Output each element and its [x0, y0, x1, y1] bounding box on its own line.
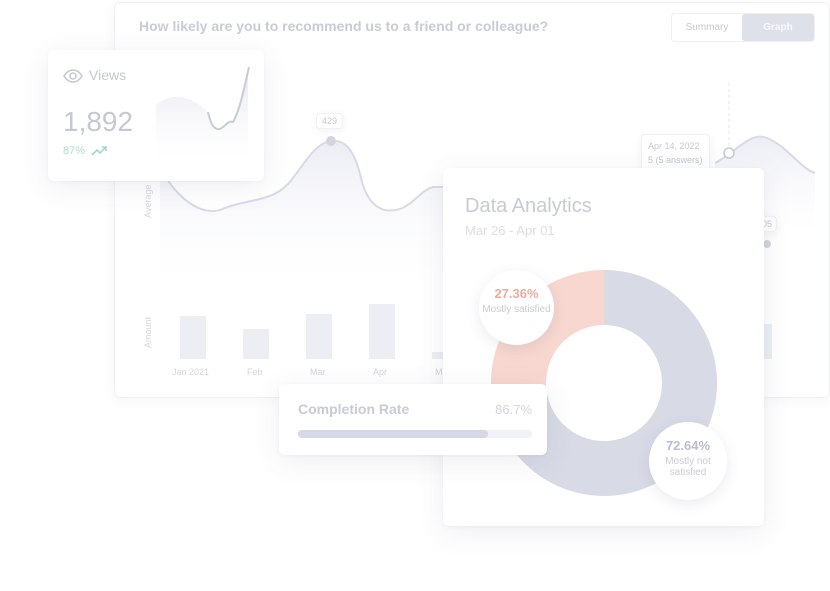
month-label: Feb	[247, 367, 263, 377]
completion-rate-card: Completion Rate 86.7%	[279, 384, 547, 455]
month-label: Apr	[373, 367, 388, 377]
slice-label-mostly-not-satisfied: 72.64% Mostly not satisfied	[649, 422, 727, 500]
tooltip-date: Apr 14, 2022	[648, 141, 700, 151]
completion-progress-fill	[298, 430, 488, 438]
views-card: Views 1,892 87%	[48, 50, 264, 181]
bar-apr	[369, 304, 395, 359]
peak-value-label: 429	[316, 113, 344, 129]
bar-feb	[243, 329, 269, 359]
completion-progress-track	[298, 430, 532, 438]
slice-label: Mostly not satisfied	[665, 456, 711, 478]
tooltip-answers: 5 (5 answers)	[648, 155, 703, 165]
slice-label-mostly-satisfied: 27.36% Mostly satisfied	[479, 270, 554, 345]
completion-title: Completion Rate	[298, 401, 410, 417]
month-label: M	[435, 367, 443, 377]
slice-value: 27.36%	[494, 286, 539, 301]
slice-label: Mostly satisfied	[482, 304, 551, 315]
month-label: Mar	[310, 367, 326, 377]
bar-jan	[180, 316, 206, 359]
slice-value: 72.64%	[665, 438, 711, 453]
bar-mar	[306, 314, 332, 359]
data-analytics-card: Data Analytics Mar 26 - Apr 01 27.36% Mo…	[443, 168, 764, 526]
date-tooltip: Apr 14, 2022 5 (5 answers)	[641, 134, 710, 172]
completion-value: 86.7%	[495, 402, 532, 417]
views-sparkline	[156, 66, 250, 170]
peak-point	[326, 136, 336, 146]
hover-point	[723, 147, 735, 159]
partial-point	[763, 240, 771, 248]
month-label: Jan 2021	[172, 367, 210, 377]
